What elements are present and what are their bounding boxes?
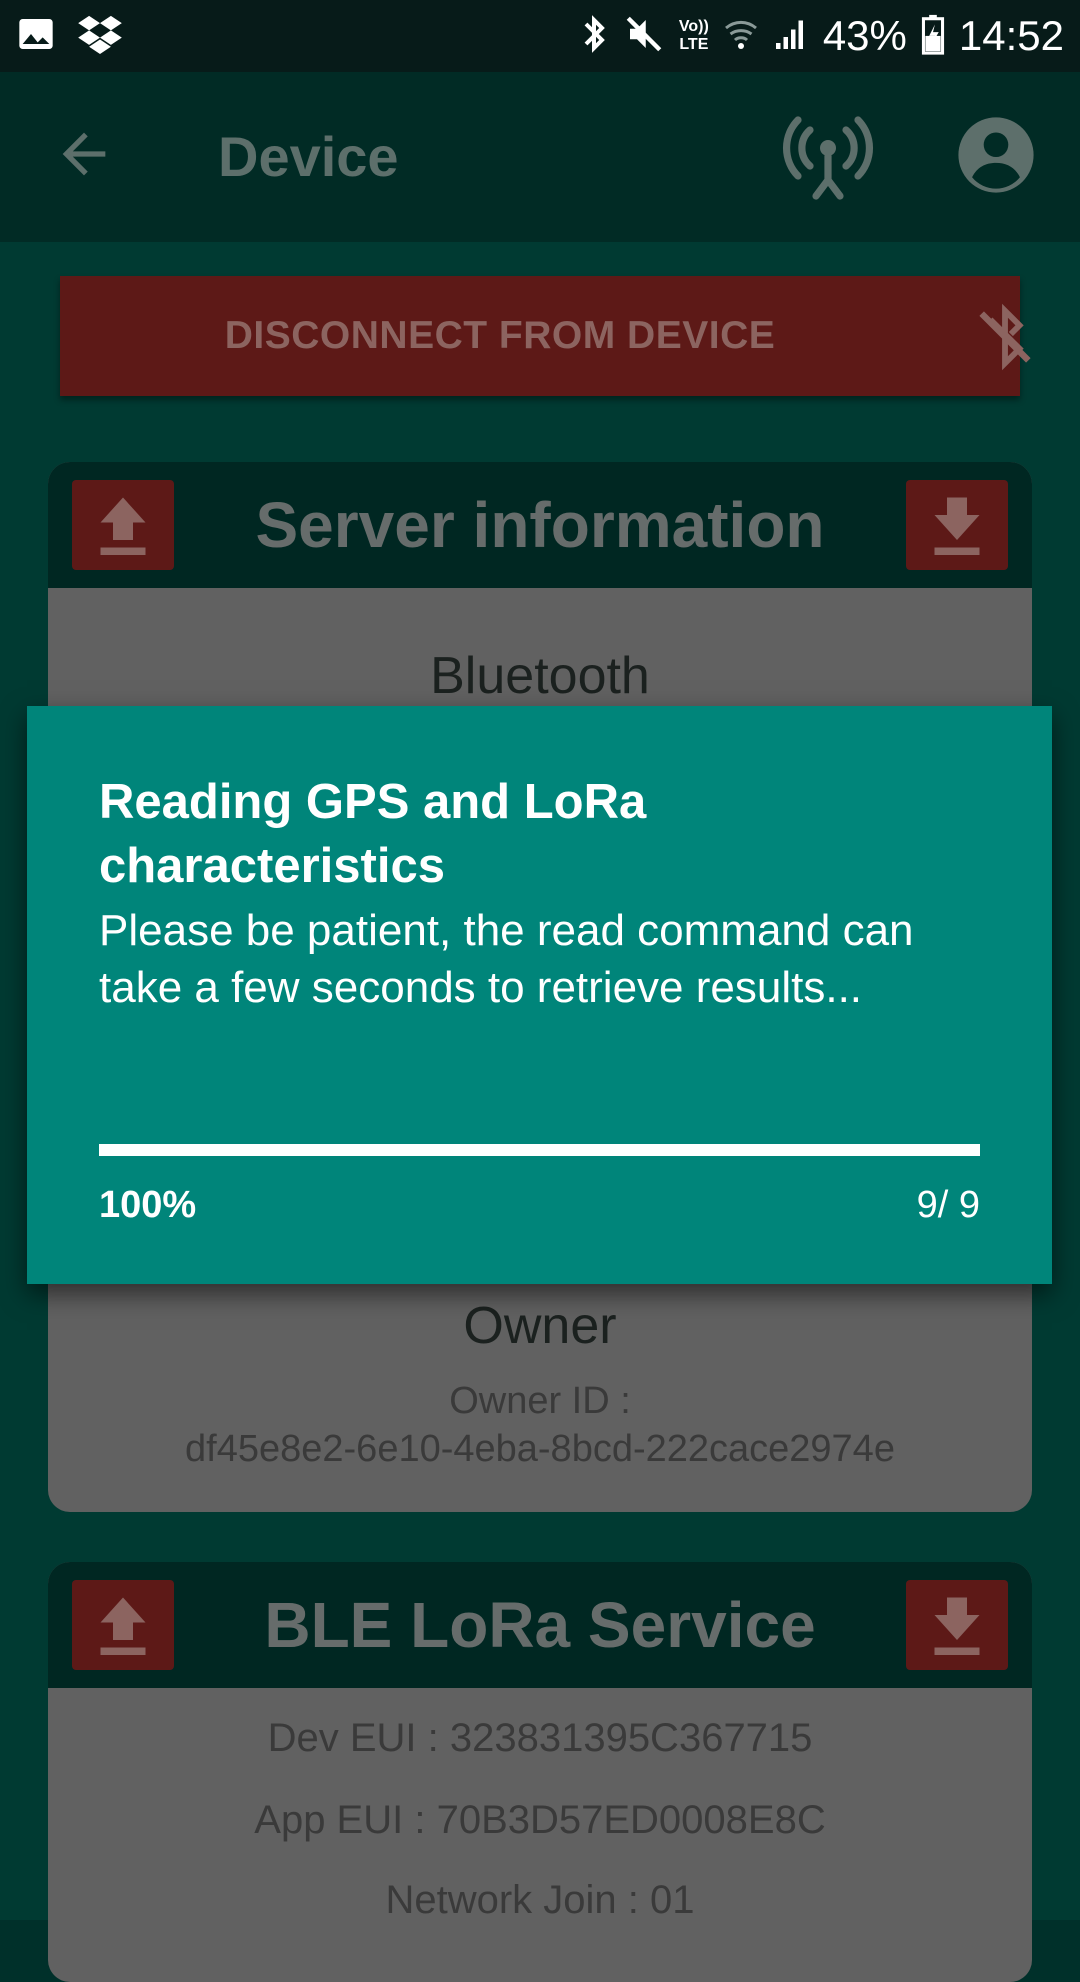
account-icon[interactable] (955, 114, 1037, 196)
app-eui-row: App EUI : 70B3D57ED0008E8C (254, 1798, 826, 1842)
dev-eui-row: Dev EUI : 323831395C367715 (267, 1716, 813, 1760)
progress-percent: 100% (99, 1184, 197, 1226)
volte-icon: Vo)) LTE (678, 18, 709, 53)
server-card-title: Server information (255, 489, 825, 561)
antenna-icon[interactable] (780, 108, 876, 204)
owner-id-label: Owner ID : (449, 1380, 631, 1422)
progress-count: 9/ 9 (916, 1184, 980, 1226)
dialog-title: Reading GPS and LoRa characteristics (99, 775, 647, 893)
download-icon (934, 497, 980, 555)
back-arrow-icon[interactable] (52, 122, 116, 186)
status-bar: Vo)) LTE 43% 14:52 (0, 0, 1080, 72)
mute-icon (623, 13, 665, 60)
dialog-message: Please be patient, the read command can … (99, 906, 914, 1012)
image-icon (16, 14, 56, 59)
progress-fill (99, 1144, 980, 1156)
ble-lora-card: BLE LoRa Service Dev EUI : 323831395C367… (48, 1562, 1032, 1982)
clock: 14:52 (958, 12, 1064, 59)
disconnect-button[interactable]: DISCONNECT FROM DEVICE (60, 276, 1031, 396)
progress-bar (99, 1144, 980, 1156)
server-download-button[interactable] (906, 480, 1008, 570)
dropbox-icon (78, 14, 122, 59)
bluetooth-disabled-icon (970, 302, 1040, 372)
battery-charging-icon (921, 13, 945, 60)
owner-id-value: df45e8e2-6e10-4eba-8bcd-222cace2974e (185, 1428, 895, 1470)
owner-heading: Owner (463, 1297, 617, 1355)
download-icon (934, 1597, 980, 1655)
page-title: Device (218, 125, 399, 188)
disconnect-label: DISCONNECT FROM DEVICE (224, 314, 776, 357)
lora-download-button[interactable] (906, 1580, 1008, 1670)
lora-card-title: BLE LoRa Service (264, 1589, 816, 1661)
battery-percent: 43% (822, 12, 907, 59)
bluetooth-heading: Bluetooth (430, 647, 650, 705)
wifi-icon (723, 14, 759, 59)
server-card-header: Server information (48, 462, 1032, 588)
network-join-row: Network Join : 01 (385, 1878, 695, 1922)
progress-dialog: Reading GPS and LoRa characteristics Ple… (27, 706, 1052, 1284)
toolbar: Device (0, 72, 1080, 242)
lora-card-header: BLE LoRa Service (48, 1562, 1032, 1688)
bluetooth-icon (579, 12, 609, 61)
signal-icon (773, 14, 809, 59)
